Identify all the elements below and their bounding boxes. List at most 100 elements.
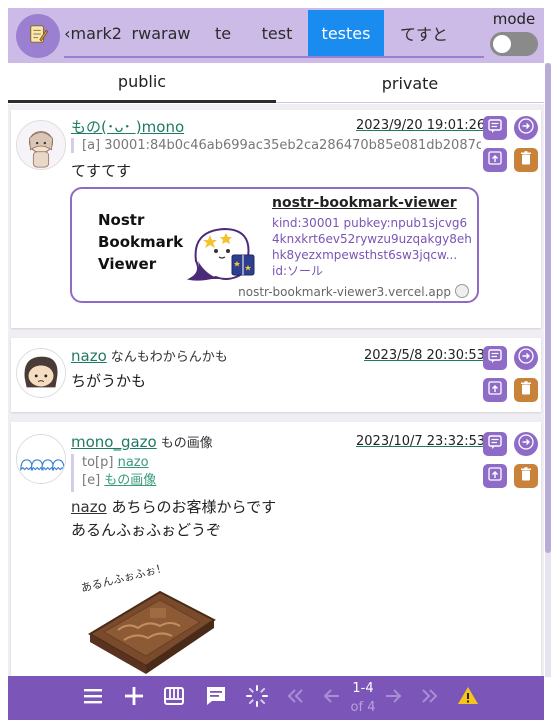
arrow-right-icon: [518, 118, 534, 138]
menu-button[interactable]: [79, 684, 107, 712]
hamburger-icon: [81, 684, 105, 712]
next-page-button[interactable]: [379, 684, 407, 712]
tab-testes[interactable]: testes: [308, 10, 384, 56]
pubkey-tag: to[p] nazo: [82, 455, 149, 470]
double-chevron-left-icon: [284, 684, 308, 712]
post-author: もの(･ᴗ･ )mono: [71, 116, 184, 137]
tag-link[interactable]: もの画像: [104, 473, 156, 488]
open-json-button[interactable]: [483, 346, 507, 370]
preview-description: kind:30001 pubkey:npub1sjcvg64knxkrt6ev5…: [272, 216, 472, 277]
loading-button[interactable]: [243, 684, 271, 712]
tab-public[interactable]: public: [8, 63, 276, 103]
tab-rwaraw[interactable]: rwaraw: [122, 10, 200, 56]
arrow-right-icon: [518, 434, 534, 454]
move-button[interactable]: [483, 464, 507, 488]
address-tag: [a] 30001:84b0c46ab699ac35eb2ca286470b85…: [71, 138, 481, 153]
toggle-knob: [493, 35, 511, 53]
preview-url: nostr-bookmark-viewer3.vercel.app: [238, 285, 451, 299]
open-link-button[interactable]: [514, 432, 538, 456]
mode-toggle[interactable]: [490, 32, 538, 56]
upload-box-icon: [487, 150, 503, 170]
bookmark-post: nazo なんもわからんかも 2023/5/8 20:30:53 ちがうかも: [11, 338, 541, 412]
arrow-right-icon: [518, 348, 534, 368]
message-icon: [204, 684, 228, 712]
mention-link[interactable]: nazo: [71, 498, 107, 516]
post-time[interactable]: 2023/9/20 19:01:26: [356, 118, 485, 133]
cookie-illustration-icon: あるんふぉふぉ！: [80, 561, 216, 674]
post-actions: [483, 116, 539, 172]
open-link-button[interactable]: [514, 116, 538, 140]
tab-te[interactable]: te: [200, 10, 246, 56]
bookmark-post: もの(･ᴗ･ )mono 2023/9/20 19:01:26 [a] 3000…: [11, 110, 541, 328]
image-caption: あるんふぉふぉ！: [80, 561, 169, 595]
post-image[interactable]: あるんふぉふぉ！: [68, 542, 228, 676]
page-indicator: 1-4 of 4: [345, 679, 381, 717]
delete-button[interactable]: [514, 148, 538, 172]
prev-page-button[interactable]: [318, 684, 346, 712]
comment-lines-icon: [487, 434, 503, 454]
scrollbar-thumb[interactable]: [545, 63, 551, 553]
first-page-button[interactable]: [282, 684, 310, 712]
post-time[interactable]: 2023/10/7 23:32:53: [356, 434, 485, 449]
post-content: ちがうかも: [71, 372, 147, 390]
post-author: nazo なんもわからんかも: [71, 346, 228, 365]
delete-button[interactable]: [514, 464, 538, 488]
author-name[interactable]: mono_gazo: [71, 433, 157, 451]
spinner-icon: [245, 684, 269, 712]
event-tag: [e] もの画像: [82, 473, 157, 488]
move-button[interactable]: [483, 148, 507, 172]
new-post-button[interactable]: [16, 14, 60, 58]
bookmark-feed[interactable]: もの(･ᴗ･ )mono 2023/9/20 19:01:26 [a] 3000…: [8, 104, 544, 676]
author-name[interactable]: nazo: [71, 347, 107, 365]
bookmark-post: mono_gazo もの画像 2023/10/7 23:32:53 to[p] n…: [11, 422, 541, 676]
open-json-button[interactable]: [483, 116, 507, 140]
memo-icon: [27, 23, 49, 49]
reference-tags: to[p] nazo [e] もの画像: [71, 454, 271, 492]
open-link-button[interactable]: [514, 346, 538, 370]
preview-title: nostr-bookmark-viewer: [272, 195, 457, 211]
link-preview-card[interactable]: Nostr Bookmark Viewer nostr-bookmark-vie…: [70, 187, 479, 303]
double-chevron-right-icon: [417, 684, 441, 712]
tab-mark2[interactable]: ‹mark2: [64, 10, 122, 56]
post-time[interactable]: 2023/5/8 20:30:53: [364, 348, 485, 363]
visibility-tabs: public private: [8, 63, 544, 103]
list-tabs: ‹mark2 rwaraw te test testes てすと: [64, 10, 484, 58]
avatar[interactable]: [16, 434, 66, 484]
tab-tesuto[interactable]: てすと: [384, 10, 464, 56]
post-author: mono_gazo もの画像: [71, 432, 213, 451]
author-display-name: もの画像: [160, 436, 213, 451]
feed-scrollbar[interactable]: [545, 63, 551, 677]
keyboard-button[interactable]: [160, 684, 188, 712]
tag-link[interactable]: nazo: [118, 455, 149, 470]
add-button[interactable]: [120, 684, 148, 712]
upload-box-icon: [487, 380, 503, 400]
author-name[interactable]: もの(･ᴗ･ )mono: [71, 118, 184, 136]
last-page-button[interactable]: [415, 684, 443, 712]
preview-image-text: Nostr Bookmark Viewer: [98, 211, 184, 273]
post-note-button[interactable]: [202, 684, 230, 712]
trash-icon: [518, 150, 534, 170]
post-actions: [483, 346, 539, 402]
mode-label: mode: [492, 10, 536, 28]
preview-image: Nostr Bookmark Viewer: [78, 195, 270, 291]
trash-icon: [518, 466, 534, 486]
delete-button[interactable]: [514, 378, 538, 402]
post-content: てすてす: [71, 162, 132, 180]
author-display-name: なんもわからんかも: [110, 350, 228, 365]
warning-button[interactable]: [454, 684, 482, 712]
keyboard-icon: [162, 684, 186, 712]
comment-lines-icon: [487, 118, 503, 138]
move-button[interactable]: [483, 378, 507, 402]
comment-lines-icon: [487, 348, 503, 368]
avatar[interactable]: [16, 120, 66, 170]
upload-box-icon: [487, 466, 503, 486]
avatar[interactable]: [16, 348, 66, 398]
open-json-button[interactable]: [483, 432, 507, 456]
arrow-left-icon: [320, 684, 344, 712]
favicon-icon: [455, 284, 469, 298]
tab-test[interactable]: test: [246, 10, 308, 56]
tab-private[interactable]: private: [276, 63, 544, 103]
arrow-right-icon: [381, 684, 405, 712]
mode-switch: mode: [488, 10, 544, 60]
post-content-line: あるんふぉふぉどうぞ: [71, 521, 222, 539]
